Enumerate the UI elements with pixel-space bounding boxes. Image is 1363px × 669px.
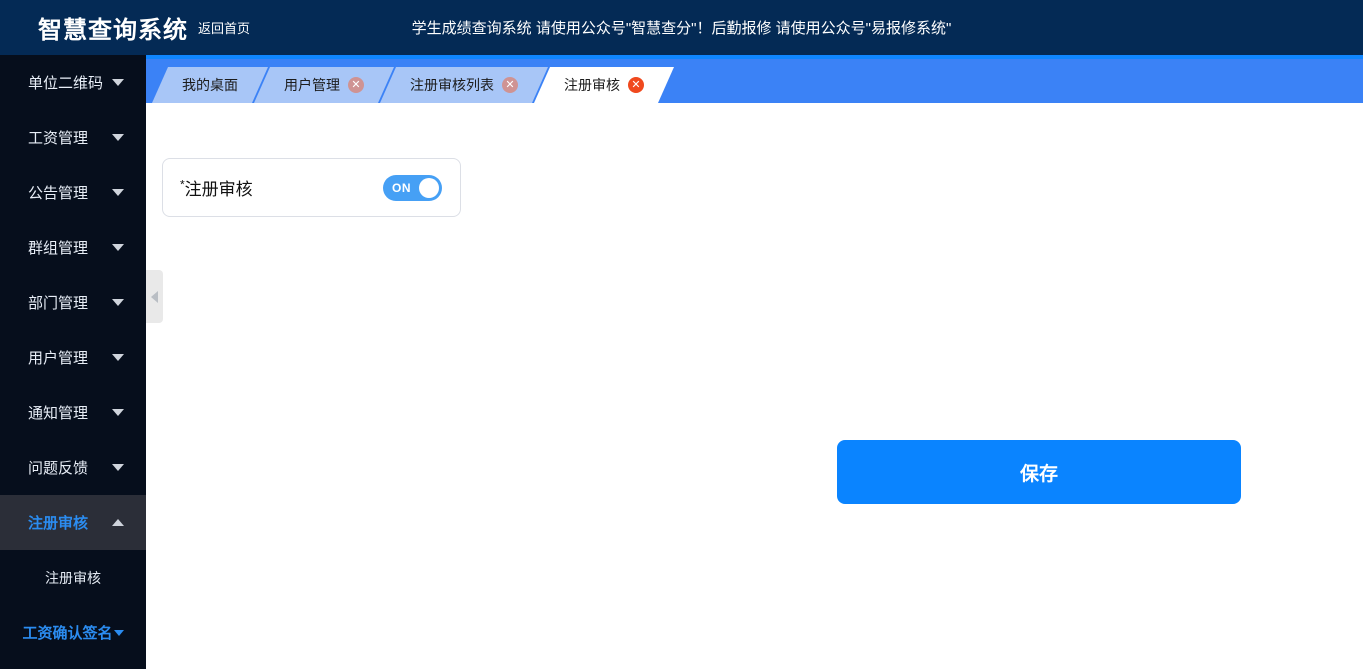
- save-button[interactable]: 保存: [837, 440, 1241, 504]
- sidebar-item-announcement-management[interactable]: 公告管理: [0, 165, 146, 220]
- sidebar-item-label: 部门管理: [28, 295, 89, 312]
- sidebar-item-label: 工资确认签名: [22, 625, 113, 642]
- chevron-down-icon: [112, 409, 124, 416]
- app-root: 学生成绩查询系统 请使用公众号"智慧查分"！后勤报修 请使用公众号"易报修系统"…: [0, 0, 1363, 669]
- sidebar-item-salary-signature[interactable]: 工资确认签名: [0, 605, 146, 660]
- tab-label: 我的桌面: [182, 77, 238, 93]
- sidebar-subitem-registration-review[interactable]: 注册审核: [0, 550, 146, 605]
- chevron-down-icon: [113, 629, 124, 636]
- sidebar-item-registration-review[interactable]: 注册审核: [0, 495, 146, 550]
- registration-review-label: *注册审核: [180, 175, 253, 200]
- sidebar-item-label: 单位二维码: [28, 75, 104, 92]
- tab-my-desktop[interactable]: 我的桌面: [152, 67, 268, 103]
- field-label-text: 注册审核: [184, 180, 253, 199]
- tab-label: 注册审核: [564, 77, 620, 93]
- sidebar-item-label: 通知管理: [28, 405, 89, 422]
- sidebar-item-label: 工资管理: [28, 130, 89, 147]
- sidebar-nav[interactable]: 单位二维码 工资管理 公告管理 群组管理 部门管理 用户管理 通知管理 问题反馈…: [0, 55, 146, 669]
- chevron-down-icon: [112, 244, 124, 251]
- tab-registration-review[interactable]: 注册审核 ✕: [534, 67, 674, 103]
- sidebar-item-notification-management[interactable]: 通知管理: [0, 385, 146, 440]
- sidebar-item-unit-qrcode[interactable]: 单位二维码: [0, 55, 146, 110]
- sidebar-item-salary-management[interactable]: 工资管理: [0, 110, 146, 165]
- toggle-knob: [419, 177, 439, 198]
- return-home-link[interactable]: 返回首页: [198, 18, 250, 37]
- top-header: 学生成绩查询系统 请使用公众号"智慧查分"！后勤报修 请使用公众号"易报修系统"…: [0, 0, 1363, 55]
- registration-review-form-card: *注册审核 ON: [162, 158, 461, 217]
- tab-list: 我的桌面 用户管理 ✕ 注册审核列表 ✕ 注册审核 ✕: [146, 59, 1363, 103]
- close-icon[interactable]: ✕: [348, 77, 364, 93]
- chevron-down-icon: [112, 464, 124, 471]
- sidebar-item-user-management[interactable]: 用户管理: [0, 330, 146, 385]
- tab-registration-review-list[interactable]: 注册审核列表 ✕: [380, 67, 548, 103]
- chevron-down-icon: [112, 189, 124, 196]
- app-logo: 智慧查询系统: [38, 17, 188, 44]
- toggle-state-label: ON: [392, 180, 411, 195]
- sidebar-item-feedback[interactable]: 问题反馈: [0, 440, 146, 495]
- tab-bar: 我的桌面 用户管理 ✕ 注册审核列表 ✕ 注册审核 ✕: [146, 55, 1363, 103]
- tab-label: 用户管理: [284, 77, 340, 93]
- sidebar-item-label: 公告管理: [28, 185, 89, 202]
- chevron-down-icon: [112, 79, 124, 86]
- sidebar-item-department-management[interactable]: 部门管理: [0, 275, 146, 330]
- sidebar-collapse-handle[interactable]: [146, 270, 163, 323]
- main-content: *注册审核 ON 保存: [146, 103, 1363, 669]
- sidebar-item-label: 问题反馈: [28, 460, 89, 477]
- close-icon[interactable]: ✕: [628, 77, 644, 93]
- tab-label: 注册审核列表: [410, 77, 494, 93]
- sidebar-item-label: 注册审核: [28, 515, 89, 532]
- chevron-down-icon: [112, 299, 124, 306]
- chevron-up-icon: [112, 519, 124, 526]
- chevron-down-icon: [112, 134, 124, 141]
- sidebar-item-label: 用户管理: [28, 350, 89, 367]
- sidebar-item-group-management[interactable]: 群组管理: [0, 220, 146, 275]
- chevron-left-icon: [151, 290, 158, 303]
- tab-user-management[interactable]: 用户管理 ✕: [254, 67, 394, 103]
- close-icon[interactable]: ✕: [502, 77, 518, 93]
- chevron-down-icon: [112, 354, 124, 361]
- registration-review-toggle[interactable]: ON: [383, 174, 442, 201]
- sidebar-item-label: 群组管理: [28, 240, 89, 257]
